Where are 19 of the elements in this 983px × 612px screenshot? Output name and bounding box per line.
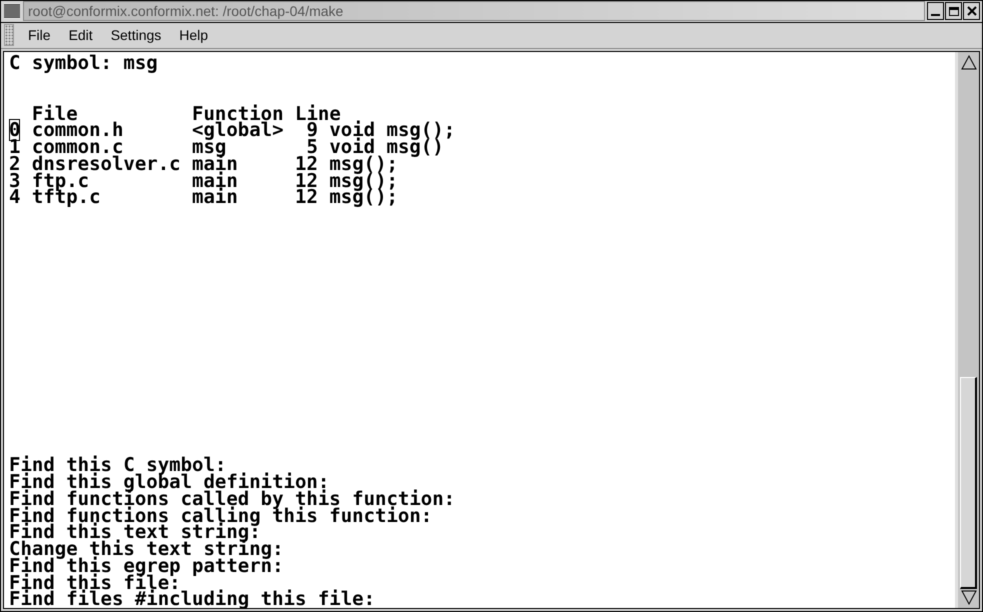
close-button[interactable] [963, 2, 980, 20]
window-title: root@conformix.conformix.net: /root/chap-04/make [28, 2, 344, 21]
close-icon [966, 6, 976, 16]
scroll-up-arrow-icon[interactable] [960, 54, 978, 72]
menu-item[interactable]: File [20, 24, 59, 46]
terminal-line: C symbol: msg [9, 52, 158, 74]
scroll-down-arrow-icon[interactable] [960, 589, 978, 606]
scroll-thumb[interactable] [960, 377, 977, 589]
column-header: File [32, 102, 78, 124]
minimize-button[interactable] [927, 2, 944, 20]
menu-item[interactable]: Settings [102, 24, 170, 46]
result-index[interactable]: 4 [9, 186, 20, 208]
maximize-icon [948, 6, 958, 16]
menu-grip[interactable] [4, 24, 14, 46]
menu-item[interactable]: Edit [60, 24, 101, 46]
maximize-button[interactable] [945, 2, 962, 20]
scrollbar[interactable] [955, 52, 979, 608]
menu-item[interactable]: Help [171, 24, 216, 46]
minimize-icon [931, 14, 940, 16]
